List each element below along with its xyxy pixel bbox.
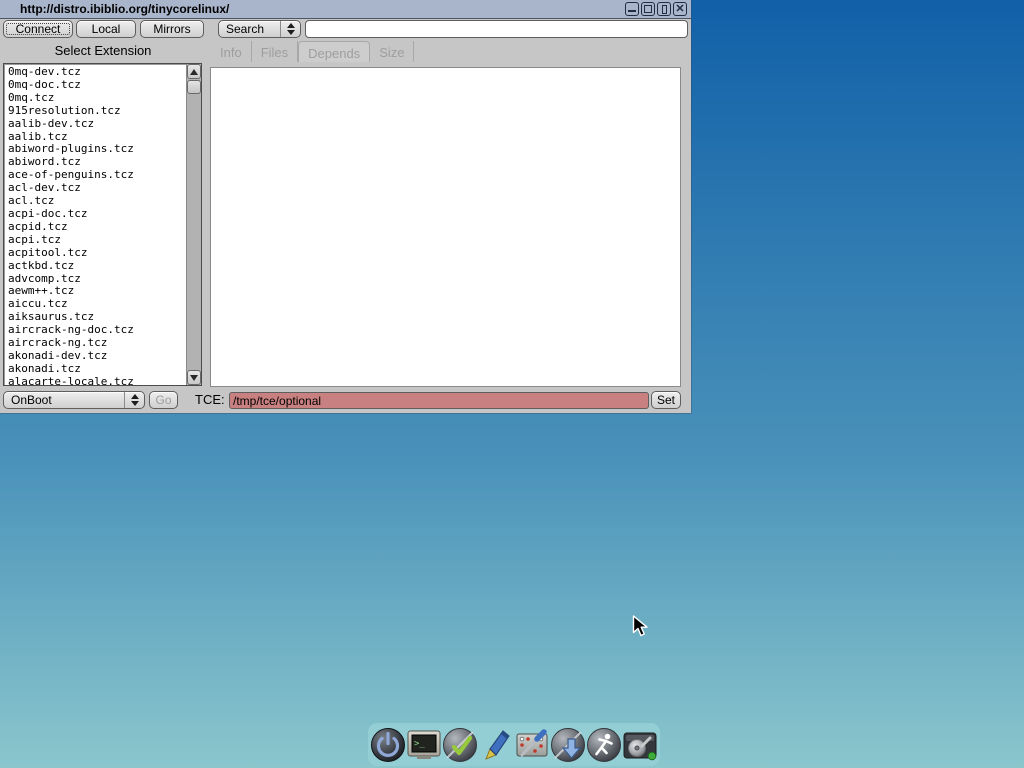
dock: >_ [368,723,660,766]
choice-updown-icon [124,392,144,408]
select-extension-header: Select Extension [0,41,206,61]
shade-icon [662,5,667,14]
scroll-up-icon [190,69,198,75]
choice-updown-icon [280,21,300,37]
close-button[interactable]: ✕ [673,2,687,16]
scroll-down-icon [190,375,198,381]
scroll-up-button[interactable] [187,64,201,79]
minimize-icon [628,10,636,12]
list-item[interactable]: akonadi-dev.tcz [8,350,186,363]
list-item[interactable]: acpid.tcz [8,221,186,234]
search-mode-choice[interactable]: Search [218,20,301,38]
window-title: http://distro.ibiblio.org/tinycorelinux/ [0,2,229,16]
minimize-button[interactable] [625,2,639,16]
close-icon: ✕ [675,4,684,15]
list-item[interactable]: acpi-doc.tcz [8,208,186,221]
local-button[interactable]: Local [76,20,136,38]
shade-button[interactable] [657,2,671,16]
window-controls: ✕ [625,2,687,16]
tab-depends[interactable]: Depends [298,41,370,62]
apps-check-icon[interactable] [442,725,478,765]
search-input[interactable] [305,20,688,38]
list-item[interactable]: alacarte-locale.tcz [8,376,186,386]
editor-pen-icon[interactable] [478,725,514,765]
search-mode-label: Search [219,22,280,36]
tab-size[interactable]: Size [370,41,414,62]
scroll-down-button[interactable] [187,370,201,385]
extension-listbox: 0mq-dev.tcz0mq-doc.tcz0mq.tcz915resoluti… [3,63,202,386]
list-item[interactable]: 0mq-doc.tcz [8,79,186,92]
connect-button[interactable]: Connect [3,20,73,38]
control-panel-icon[interactable] [514,725,550,765]
appbrowser-window: http://distro.ibiblio.org/tinycorelinux/… [0,0,691,413]
mouse-cursor [632,615,650,639]
svg-text:>_: >_ [414,739,425,749]
set-button[interactable]: Set [651,391,681,409]
list-item[interactable]: aircrack-ng.tcz [8,337,186,350]
mount-icon[interactable] [550,725,586,765]
tab-info[interactable]: Info [211,41,252,62]
power-icon[interactable] [370,725,406,765]
onboot-label: OnBoot [4,393,124,407]
onboot-choice[interactable]: OnBoot [3,391,145,409]
list-item[interactable]: acpitool.tcz [8,247,186,260]
list-item[interactable]: 915resolution.tcz [8,105,186,118]
tab-files[interactable]: Files [252,41,298,62]
run-icon[interactable] [586,725,622,765]
titlebar[interactable]: http://distro.ibiblio.org/tinycorelinux/… [0,0,691,19]
list-scrollbar[interactable] [186,64,201,385]
scrollbar-thumb[interactable] [187,80,201,94]
maximize-icon [644,5,652,13]
list-item[interactable]: acpi.tcz [8,234,186,247]
terminal-icon[interactable]: >_ [406,725,442,765]
mirrors-button[interactable]: Mirrors [140,20,204,38]
maximize-button[interactable] [641,2,655,16]
list-item[interactable]: actkbd.tcz [8,260,186,273]
tce-label: TCE: [195,391,225,409]
list-item[interactable]: 0mq.tcz [8,92,186,105]
extension-list: 0mq-dev.tcz0mq-doc.tcz0mq.tcz915resoluti… [4,64,186,385]
list-item[interactable]: akonadi.tcz [8,363,186,376]
tce-path-input[interactable] [229,392,649,409]
backup-drive-icon[interactable] [622,725,658,765]
list-item[interactable]: 0mq-dev.tcz [8,66,186,79]
go-button[interactable]: Go [149,391,178,409]
detail-content-area [210,67,681,387]
list-item[interactable]: aalib-dev.tcz [8,118,186,131]
detail-tabs: Info Files Depends Size [211,41,414,62]
desktop: { "colors": { "desktop_top": "#1160a8", … [0,0,1024,768]
